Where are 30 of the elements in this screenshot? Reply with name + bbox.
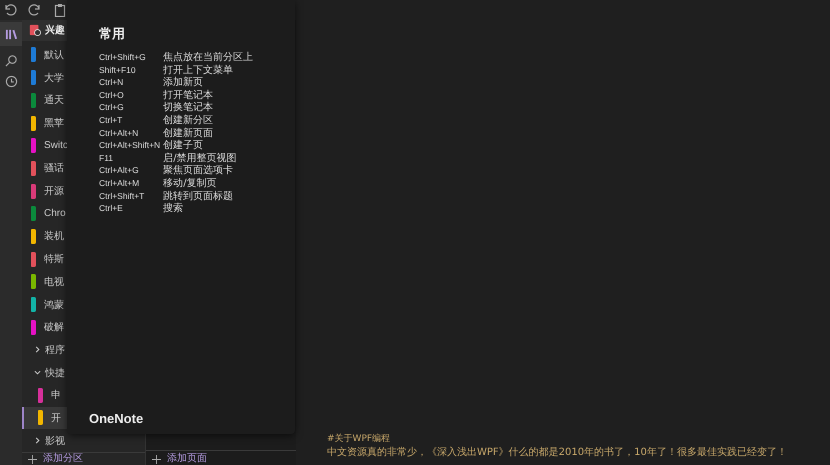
shortcut-action: 跳转到页面标题	[163, 190, 234, 202]
shortcut-action: 创建子页	[163, 140, 204, 152]
shortcut-keys: Ctrl+Alt+Shift+N	[99, 140, 160, 152]
shortcut-keys: Ctrl+Shift+T	[99, 190, 160, 202]
shortcut-action: 打开笔记本	[163, 90, 214, 102]
shortcut-keys: Ctrl+T	[99, 114, 160, 127]
shortcut-action: 搜索	[163, 203, 184, 215]
shortcut-action: 聚焦页面选项卡	[163, 165, 234, 177]
page-text: #关于WPF编程	[327, 433, 392, 445]
panel-heading: 常用	[99, 26, 126, 43]
shortcut-action: 移动/复制页	[163, 178, 218, 190]
shortcut-keys: Shift+F10	[99, 64, 160, 76]
shortcut-keys: Ctrl+Shift+G	[99, 52, 160, 64]
shortcut-action: 创建新页面	[163, 128, 214, 140]
page-text: 中文资源真的非常少，《深入浅出WPF》什么的都是2010年的书了，10年了！很多最佳实践已经变了！	[327, 446, 788, 460]
shortcut-action: 添加新页	[163, 77, 204, 89]
shortcut-keys: Ctrl+N	[99, 77, 160, 89]
shortcut-keys: F11	[99, 152, 160, 164]
shortcut-keys: Ctrl+Alt+G	[99, 165, 160, 177]
shortcut-action: 切换笔记本	[163, 102, 214, 114]
shortcut-keys: Ctrl+Alt+M	[99, 178, 160, 190]
shortcut-keys: Ctrl+E	[99, 203, 160, 215]
shortcut-action: 启/禁用整页视图	[163, 152, 238, 164]
shortcut-action: 打开上下文菜单	[163, 64, 234, 76]
shortcut-keys: Ctrl+O	[99, 90, 160, 102]
shortcut-keys: Ctrl+G	[99, 102, 160, 114]
shortcut-action: 创建新分区	[163, 114, 214, 127]
app-name: OneNote	[89, 411, 144, 426]
shortcut-action: 焦点放在当前分区上	[163, 52, 254, 64]
shortcut-keys: Ctrl+Alt+N	[99, 128, 160, 140]
